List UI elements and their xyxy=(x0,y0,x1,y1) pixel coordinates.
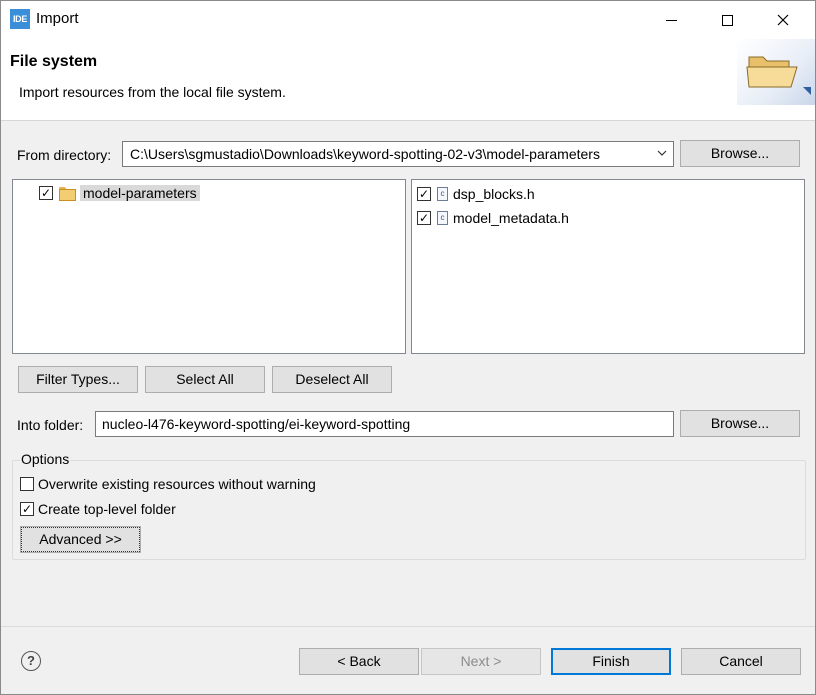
finish-button[interactable]: Finish xyxy=(551,648,671,675)
cancel-button[interactable]: Cancel xyxy=(681,648,801,675)
close-button[interactable] xyxy=(760,1,806,39)
create-top-level-label: Create top-level folder xyxy=(38,501,176,517)
folder-tree[interactable]: ✓ model-parameters xyxy=(12,179,406,354)
folder-item-model-parameters[interactable]: ✓ model-parameters xyxy=(39,182,200,204)
into-folder-value: nucleo-l476-keyword-spotting/ei-keyword-… xyxy=(102,416,411,432)
filter-types-button[interactable]: Filter Types... xyxy=(18,366,138,393)
minimize-button[interactable] xyxy=(648,1,694,39)
next-button[interactable]: Next > xyxy=(421,648,541,675)
overwrite-checkbox[interactable] xyxy=(20,477,34,491)
from-directory-browse-button[interactable]: Browse... xyxy=(680,140,800,167)
overwrite-label: Overwrite existing resources without war… xyxy=(38,476,316,492)
chevron-down-icon[interactable] xyxy=(656,145,668,164)
into-folder-label: Into folder: xyxy=(17,417,84,433)
from-directory-value: C:\Users\sgmustadio\Downloads\keyword-sp… xyxy=(130,146,600,162)
page-description: Import resources from the local file sys… xyxy=(19,84,286,100)
page-title: File system xyxy=(10,53,98,70)
folder-icon xyxy=(59,187,76,201)
file-item-model-metadata[interactable]: ✓ c model_metadata.h xyxy=(417,207,569,229)
into-folder-input[interactable]: nucleo-l476-keyword-spotting/ei-keyword-… xyxy=(95,411,674,437)
title-bar: IDE Import xyxy=(1,1,815,39)
back-button[interactable]: < Back xyxy=(299,648,419,675)
app-icon: IDE xyxy=(10,9,30,29)
create-top-level-checkbox[interactable]: ✓ xyxy=(20,502,34,516)
help-icon[interactable]: ? xyxy=(21,651,41,671)
file-checkbox[interactable]: ✓ xyxy=(417,211,431,225)
into-folder-browse-button[interactable]: Browse... xyxy=(680,410,800,437)
c-header-file-icon: c xyxy=(437,187,448,201)
footer-separator xyxy=(1,626,815,627)
from-directory-combo[interactable]: C:\Users\sgmustadio\Downloads\keyword-sp… xyxy=(122,141,674,167)
file-label: model_metadata.h xyxy=(453,210,569,226)
from-directory-label: From directory: xyxy=(17,147,112,163)
wizard-banner xyxy=(737,39,815,105)
file-checkbox[interactable]: ✓ xyxy=(417,187,431,201)
maximize-icon xyxy=(721,14,733,26)
overwrite-option[interactable]: Overwrite existing resources without war… xyxy=(20,476,316,492)
close-icon xyxy=(777,14,789,26)
c-header-file-icon: c xyxy=(437,211,448,225)
options-group-title: Options xyxy=(20,451,71,467)
select-all-button[interactable]: Select All xyxy=(145,366,265,393)
advanced-button[interactable]: Advanced >> xyxy=(20,526,141,553)
open-folder-icon xyxy=(746,56,811,95)
window-title: Import xyxy=(36,10,79,27)
deselect-all-button[interactable]: Deselect All xyxy=(272,366,392,393)
wizard-header: File system Import resources from the lo… xyxy=(1,39,815,121)
maximize-button[interactable] xyxy=(704,1,750,39)
file-list[interactable]: ✓ c dsp_blocks.h ✓ c model_metadata.h xyxy=(411,179,805,354)
create-top-level-option[interactable]: ✓ Create top-level folder xyxy=(20,501,176,517)
file-item-dsp-blocks[interactable]: ✓ c dsp_blocks.h xyxy=(417,183,535,205)
minimize-icon xyxy=(665,19,677,21)
folder-checkbox[interactable]: ✓ xyxy=(39,186,53,200)
file-label: dsp_blocks.h xyxy=(453,186,535,202)
folder-label: model-parameters xyxy=(80,185,200,201)
import-dialog: IDE Import File system Import resources … xyxy=(0,0,816,695)
